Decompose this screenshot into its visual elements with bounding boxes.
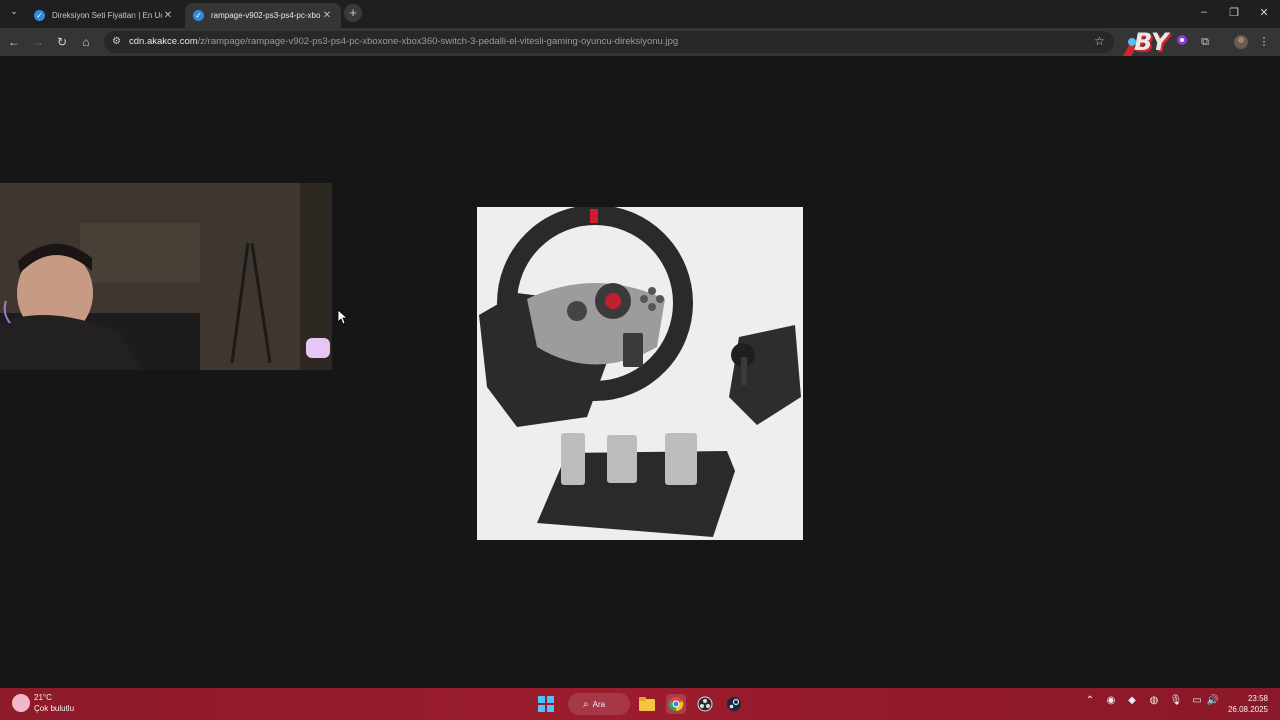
page-content: [0, 56, 1280, 688]
network-icon[interactable]: ▭: [1190, 695, 1204, 706]
url-host: cdn.akakce.com: [129, 36, 198, 47]
bookmark-star-icon[interactable]: ☆: [1094, 34, 1105, 48]
volume-icon[interactable]: 🔊: [1206, 695, 1220, 706]
tab-rampage-image[interactable]: ✓ rampage-v902-ps3-ps4-pc-xbo ✕: [185, 3, 341, 28]
clock-date: 26.08.2025: [1227, 705, 1268, 714]
file-explorer-icon[interactable]: [637, 694, 657, 714]
tab-close-icon[interactable]: ✕: [321, 10, 333, 21]
browser-toolbar: ← → ↻ ⌂ ⚙ cdn.akakce.com/z/rampage/rampa…: [0, 28, 1280, 56]
overlay-logo-text: BY: [1134, 28, 1169, 56]
tab-close-icon[interactable]: ✕: [162, 10, 174, 21]
search-icon: ⌕: [583, 698, 589, 710]
weather-widget[interactable]: 21°C Çok bulutlu: [12, 692, 74, 714]
tab-title: rampage-v902-ps3-ps4-pc-xbo: [211, 11, 321, 20]
weather-text: 21°C Çok bulutlu: [34, 692, 74, 714]
minimize-icon[interactable]: –: [1196, 6, 1212, 18]
color-tray-icon[interactable]: ◆: [1125, 695, 1139, 706]
taskbar-search-button[interactable]: ⌕ Ara: [568, 693, 630, 715]
tab-strip: ⌄ ✓ Direksiyon Seti Fiyatları | En Uc ✕ …: [0, 0, 1280, 28]
site-info-icon[interactable]: ⚙: [112, 36, 124, 48]
cloudy-weather-icon: [12, 694, 30, 712]
profile-avatar[interactable]: [1233, 34, 1249, 50]
tray-chevron-up-icon[interactable]: ⌃: [1083, 695, 1097, 706]
restore-icon[interactable]: ❐: [1226, 6, 1242, 19]
product-image-racing-wheel[interactable]: [477, 207, 803, 540]
steam-icon[interactable]: [724, 694, 744, 714]
tab-direksiyon-fiyatlari[interactable]: ✓ Direksiyon Seti Fiyatları | En Uc ✕: [26, 3, 182, 28]
home-icon[interactable]: ⌂: [78, 34, 94, 50]
taskbar-clock[interactable]: 23:58 26.08.2025: [1228, 693, 1268, 715]
extension-icon[interactable]: [1176, 34, 1188, 50]
address-bar[interactable]: ⚙ cdn.akakce.com/z/rampage/rampage-v902-…: [104, 31, 1114, 53]
tab-title: Direksiyon Seti Fiyatları | En Uc: [52, 11, 162, 20]
search-label: Ara: [592, 699, 606, 709]
webcam-feed: [0, 183, 332, 370]
akakce-favicon-icon: ✓: [193, 10, 204, 21]
akakce-favicon-icon: ✓: [34, 10, 45, 21]
url-path: /z/rampage/rampage-v902-ps3-ps4-pc-xboxo…: [197, 36, 679, 47]
start-windows-icon[interactable]: [536, 694, 556, 714]
extensions-puzzle-icon[interactable]: ⧉: [1198, 34, 1212, 50]
weather-desc: Çok bulutlu: [34, 704, 75, 713]
windows-taskbar: 21°C Çok bulutlu ⌕ Ara ⌃ ◉ ◆ ◍ 🎙 ▭ 🔊 23:…: [0, 688, 1280, 720]
menu-kebab-icon[interactable]: ⋮: [1258, 34, 1270, 50]
obs-tray-icon[interactable]: ◍: [1147, 695, 1161, 706]
weather-temp: 21°C: [34, 693, 52, 702]
reload-icon[interactable]: ↻: [54, 34, 70, 50]
extension-badge-icon: [1177, 35, 1187, 45]
clock-time: 23:58: [1247, 694, 1268, 703]
url-text[interactable]: cdn.akakce.com/z/rampage/rampage-v902-ps…: [129, 36, 678, 47]
mouse-cursor-icon: [337, 309, 349, 325]
avatar-icon: [1234, 35, 1248, 49]
obs-icon[interactable]: [695, 694, 715, 714]
chrome-icon[interactable]: [666, 694, 686, 714]
tab-list-chevron-down-icon[interactable]: ⌄: [8, 6, 20, 20]
steam-tray-icon[interactable]: ◉: [1104, 695, 1118, 706]
window-close-icon[interactable]: ✕: [1256, 6, 1272, 19]
back-arrow-left-icon[interactable]: ←: [6, 34, 22, 50]
forward-arrow-right-icon[interactable]: →: [30, 34, 46, 50]
new-tab-plus-icon[interactable]: +: [344, 4, 362, 22]
microphone-icon[interactable]: 🎙: [1169, 695, 1183, 706]
